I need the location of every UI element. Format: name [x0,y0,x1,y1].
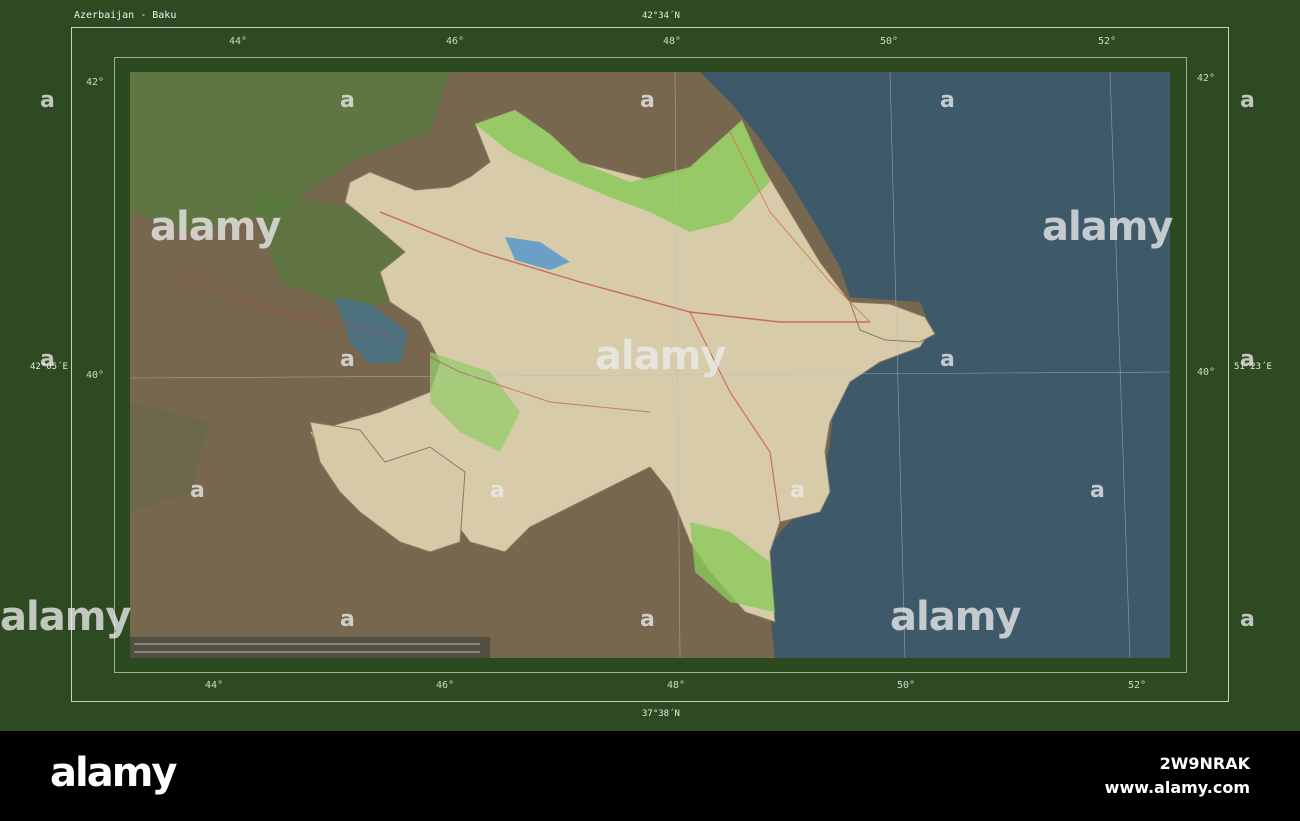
map-title: Azerbaijan - Baku [74,10,177,21]
watermark-letter: a [490,478,505,503]
watermark-letter: a [340,607,355,632]
right-tick: 40° [1197,367,1216,378]
watermark: alamy [890,594,1021,640]
alamy-url[interactable]: www.alamy.com [1105,778,1250,797]
watermark-letter: a [1090,478,1105,503]
scale-bar [130,637,490,658]
right-tick: 42° [1197,73,1216,84]
bottom-tick: 50° [897,680,916,691]
alamy-logo[interactable]: alamy [50,750,177,796]
watermark-letter: a [940,347,955,372]
watermark-letter: a [640,607,655,632]
watermark-letter: a [940,88,955,113]
top-tick: 50° [880,36,899,47]
image-code: 2W9NRAK [1159,754,1250,773]
bottom-tick: 46° [436,680,455,691]
watermark-letter: a [1240,347,1255,372]
watermark-letter: a [1240,88,1255,113]
bottom-tick: 44° [205,680,224,691]
watermark-letter: a [640,88,655,113]
watermark: alamy [1042,204,1173,250]
watermark-letter: a [40,347,55,372]
watermark: alamy [150,204,281,250]
top-tick: 52° [1098,36,1117,47]
left-tick: 40° [86,370,105,381]
watermark-letter: a [340,347,355,372]
top-latitude-label: 42°34´N [642,11,680,21]
watermark-letter: a [40,88,55,113]
watermark-letter: a [190,478,205,503]
footer-bar [0,731,1300,821]
watermark: alamy [0,594,131,640]
watermark: alamy [595,333,726,379]
bottom-latitude-label: 37°38´N [642,709,680,719]
bottom-tick: 52° [1128,680,1147,691]
watermark-letter: a [790,478,805,503]
top-tick: 48° [663,36,682,47]
top-tick: 44° [229,36,248,47]
top-tick: 46° [446,36,465,47]
watermark-letter: a [1240,607,1255,632]
watermark-letter: a [340,88,355,113]
left-tick: 42° [86,77,105,88]
bottom-tick: 48° [667,680,686,691]
